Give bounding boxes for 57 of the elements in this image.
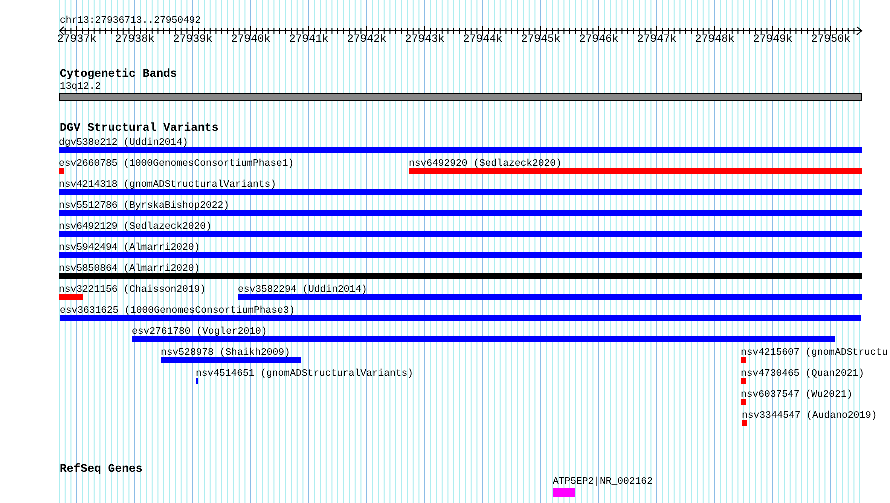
variant-label: nsv4215607 (gnomADStructu bbox=[741, 347, 888, 358]
track-title: Cytogenetic Bands bbox=[60, 68, 178, 81]
variant-label: nsv528978 (Shaikh2009) bbox=[161, 347, 290, 358]
scale-label: 27947k bbox=[637, 35, 677, 46]
variant-bar[interactable] bbox=[238, 294, 862, 300]
band-label: 13q12.2 bbox=[60, 81, 102, 92]
variant-bar[interactable] bbox=[59, 273, 862, 279]
scale-label: 27950k bbox=[811, 35, 851, 46]
variant-label: esv3582294 (Uddin2014) bbox=[238, 284, 368, 295]
scale-label: 27946k bbox=[579, 35, 619, 46]
variant-bar[interactable] bbox=[59, 231, 862, 237]
scale-label: 27941k bbox=[289, 35, 329, 46]
variant-bar[interactable] bbox=[60, 315, 861, 321]
scale-label: 27939k bbox=[173, 35, 213, 46]
variant-label: esv2660785 (1000GenomesConsortiumPhase1) bbox=[59, 158, 294, 169]
band-bar[interactable] bbox=[59, 93, 862, 101]
variant-label: nsv5512786 (ByrskaBishop2022) bbox=[59, 200, 230, 211]
variant-bar[interactable] bbox=[161, 357, 301, 363]
scale-label: 27943k bbox=[405, 35, 445, 46]
variant-label: esv2761780 (Vogler2010) bbox=[132, 326, 268, 337]
variant-bar[interactable] bbox=[59, 147, 862, 153]
variant-label: nsv4730465 (Quan2021) bbox=[741, 368, 864, 379]
variant-label: nsv6037547 (Wu2021) bbox=[741, 389, 853, 400]
variant-bar[interactable] bbox=[59, 210, 862, 216]
track-title: DGV Structural Variants bbox=[60, 122, 219, 135]
track-title: RefSeq Genes bbox=[60, 463, 143, 476]
variant-label: nsv3221156 (Chaisson2019) bbox=[59, 284, 206, 295]
gene-label: ATP5EP2|NR_002162 bbox=[553, 476, 653, 487]
variant-label: esv3631625 (1000GenomesConsortiumPhase3) bbox=[60, 305, 296, 316]
variant-bar[interactable] bbox=[59, 252, 862, 258]
variant-bar[interactable] bbox=[409, 168, 862, 174]
variant-label: nsv6492129 (Sedlazeck2020) bbox=[59, 221, 212, 232]
scale-label: 27942k bbox=[347, 35, 387, 46]
scale-label: 27949k bbox=[753, 35, 793, 46]
variant-bar[interactable] bbox=[741, 399, 746, 405]
variant-label: nsv6492920 (Sedlazeck2020) bbox=[409, 158, 562, 169]
variant-bar[interactable] bbox=[742, 420, 747, 426]
gene-bar[interactable] bbox=[553, 488, 575, 497]
variant-bar[interactable] bbox=[132, 336, 835, 342]
variant-bar[interactable] bbox=[59, 168, 64, 174]
variant-bar[interactable] bbox=[741, 378, 746, 384]
scale-label: 27944k bbox=[463, 35, 503, 46]
location-label: chr13:27936713..27950492 bbox=[60, 15, 202, 26]
variant-bar[interactable] bbox=[59, 294, 83, 300]
scale-label: 27937k bbox=[57, 35, 97, 46]
scale-label: 27948k bbox=[695, 35, 735, 46]
variant-label: nsv5850864 (Almarri2020) bbox=[59, 263, 200, 274]
variant-label: nsv3344547 (Audano2019) bbox=[742, 410, 878, 421]
scale-label: 27938k bbox=[115, 35, 155, 46]
variant-label: nsv4514651 (gnomADStructuralVariants) bbox=[196, 368, 414, 379]
variant-label: nsv4214318 (gnomADStructuralVariants) bbox=[59, 179, 277, 190]
scale-label: 27940k bbox=[231, 35, 271, 46]
variant-bar[interactable] bbox=[59, 189, 862, 195]
variant-label: dgv538e212 (Uddin2014) bbox=[59, 137, 188, 148]
variant-label: nsv5942494 (Almarri2020) bbox=[59, 242, 200, 253]
scale-label: 27945k bbox=[521, 35, 561, 46]
variant-bar[interactable] bbox=[741, 357, 746, 363]
